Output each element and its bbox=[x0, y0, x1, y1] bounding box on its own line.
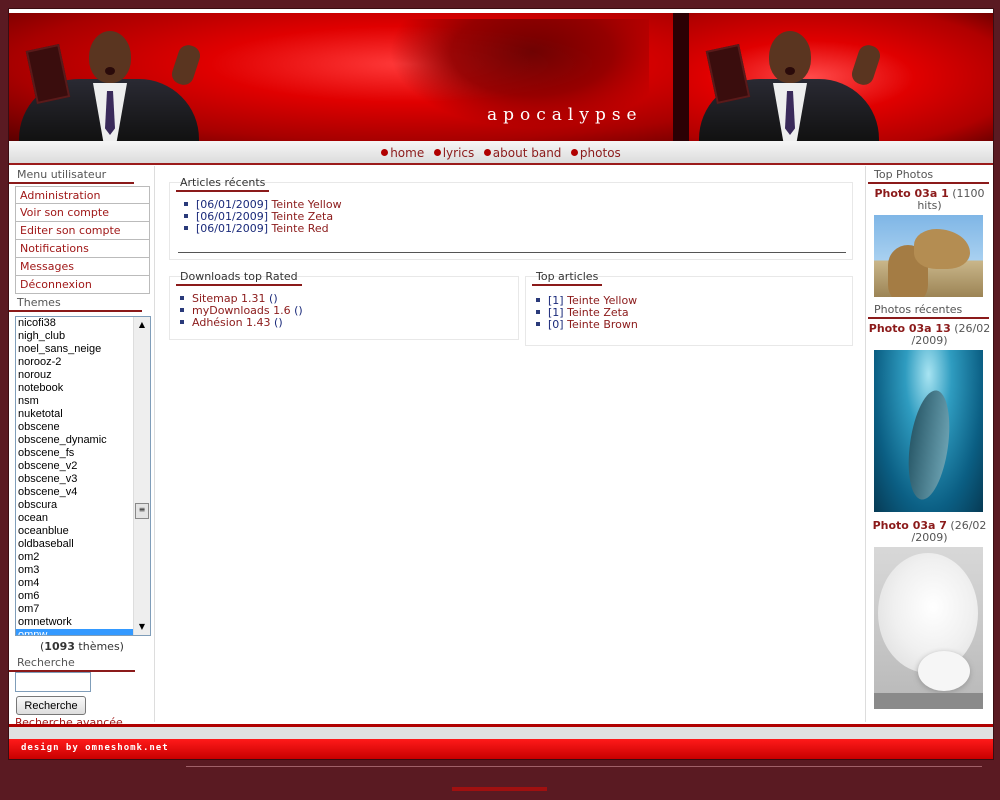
bullet-icon bbox=[570, 149, 578, 156]
download-link[interactable]: Adhésion 1.43 bbox=[192, 316, 271, 329]
search-input[interactable] bbox=[15, 672, 91, 692]
article-link[interactable]: Teinte Red bbox=[271, 222, 328, 235]
themes-listbox[interactable]: nicofi38 nigh_club noel_sans_neige norooz-2… bbox=[15, 316, 151, 636]
theme-option[interactable]: obscura bbox=[16, 499, 134, 512]
theme-option[interactable]: oceanblue bbox=[16, 525, 134, 538]
theme-option[interactable]: nuketotal bbox=[16, 408, 134, 421]
theme-option[interactable]: om2 bbox=[16, 551, 134, 564]
banner-left-image: apocalypse bbox=[9, 13, 673, 141]
menu-item-view-account[interactable]: Voir son compte bbox=[15, 204, 150, 222]
themes-options: nicofi38 nigh_club noel_sans_neige norooz-2… bbox=[16, 317, 134, 635]
photo-caption: Photo 03a 1 (1100 hits) bbox=[874, 187, 985, 212]
footer-bar: design by omneshomk.net bbox=[9, 739, 993, 759]
theme-option[interactable]: nsm bbox=[16, 395, 134, 408]
preacher-figure-right bbox=[689, 13, 889, 141]
article-link[interactable]: Teinte Brown bbox=[567, 318, 638, 331]
theme-option[interactable]: norooz-2 bbox=[16, 356, 134, 369]
menu-item-edit-account[interactable]: Editer son compte bbox=[15, 222, 150, 240]
scroll-down-icon[interactable]: ▼ bbox=[134, 619, 150, 635]
top-articles-title: Top articles bbox=[532, 270, 603, 286]
bullet-icon bbox=[483, 149, 491, 156]
preacher-figure-left bbox=[9, 13, 209, 141]
search-title: Recherche bbox=[9, 654, 135, 672]
menu-item-notifications[interactable]: Notifications bbox=[15, 240, 150, 258]
nav-home[interactable]: home bbox=[381, 146, 424, 160]
search-button[interactable]: Recherche bbox=[16, 696, 86, 715]
main-content: Articles récents [06/01/2009] Teinte Yel… bbox=[165, 166, 865, 722]
footer-strip bbox=[9, 727, 993, 739]
theme-option[interactable]: om3 bbox=[16, 564, 134, 577]
recent-articles-box: Articles récents [06/01/2009] Teinte Yel… bbox=[169, 176, 853, 260]
bottom-accent bbox=[452, 787, 547, 791]
bullet-icon bbox=[433, 149, 441, 156]
banner-right-image bbox=[689, 13, 993, 141]
theme-option[interactable]: notebook bbox=[16, 382, 134, 395]
left-sidebar: Menu utilisateur Administration Voir son… bbox=[9, 166, 155, 729]
menu-item-logout[interactable]: Déconnexion bbox=[15, 276, 150, 294]
top-photos-title: Top Photos bbox=[868, 166, 989, 184]
dolphin-photo[interactable] bbox=[874, 350, 983, 512]
menu-item-administration[interactable]: Administration bbox=[15, 186, 150, 204]
themes-scrollbar[interactable]: ▲ ≡ ▼ bbox=[133, 317, 150, 635]
theme-option[interactable]: nigh_club bbox=[16, 330, 134, 343]
main-nav: home lyrics about band photos bbox=[9, 141, 993, 165]
recent-articles-title: Articles récents bbox=[176, 176, 270, 192]
theme-option[interactable]: norouz bbox=[16, 369, 134, 382]
photo-caption: Photo 03a 13 (26/02 /2009) bbox=[868, 322, 991, 347]
list-item: [0] Teinte Brown bbox=[536, 319, 852, 331]
bullet-icon bbox=[381, 149, 389, 156]
nav-about-band[interactable]: about band bbox=[483, 146, 561, 160]
site-logo[interactable]: apocalypse bbox=[487, 105, 643, 125]
theme-option[interactable]: obscene_fs bbox=[16, 447, 134, 460]
nav-photos[interactable]: photos bbox=[570, 146, 621, 160]
theme-option[interactable]: nicofi38 bbox=[16, 317, 134, 330]
camel-photo[interactable] bbox=[874, 215, 983, 297]
user-menu: Administration Voir son compte Editer so… bbox=[15, 186, 150, 294]
theme-option[interactable]: om6 bbox=[16, 590, 134, 603]
theme-option[interactable]: om4 bbox=[16, 577, 134, 590]
scroll-up-icon[interactable]: ▲ bbox=[134, 317, 150, 333]
theme-count: (1093 thèmes) bbox=[40, 640, 124, 653]
list-item: Adhésion 1.43 () bbox=[180, 317, 518, 329]
list-item: [06/01/2009] Teinte Red bbox=[184, 223, 852, 235]
user-menu-title: Menu utilisateur bbox=[9, 166, 134, 184]
theme-option[interactable]: omnetwork bbox=[16, 616, 134, 629]
bottom-divider bbox=[186, 766, 982, 767]
menu-item-messages[interactable]: Messages bbox=[15, 258, 150, 276]
scroll-thumb[interactable]: ≡ bbox=[135, 503, 149, 519]
themes-title: Themes bbox=[9, 294, 142, 312]
theme-option[interactable]: obscene_v4 bbox=[16, 486, 134, 499]
theme-option[interactable]: noel_sans_neige bbox=[16, 343, 134, 356]
divider bbox=[178, 252, 846, 253]
top-articles-box: Top articles [1] Teinte Yellow [1] Teint… bbox=[525, 270, 853, 346]
header-banner: apocalypse bbox=[9, 13, 993, 141]
page-frame: apocalypse home lyrics about band photos… bbox=[8, 8, 994, 760]
theme-option[interactable]: obscene bbox=[16, 421, 134, 434]
nav-lyrics[interactable]: lyrics bbox=[433, 146, 474, 160]
photo-caption: Photo 03a 7 (26/02 /2009) bbox=[872, 519, 987, 544]
downloads-box: Downloads top Rated Sitemap 1.31 () myDo… bbox=[169, 270, 519, 340]
downloads-title: Downloads top Rated bbox=[176, 270, 302, 286]
theme-option[interactable]: obscene_v2 bbox=[16, 460, 134, 473]
theme-option[interactable]: omnw bbox=[16, 629, 134, 635]
theme-option[interactable]: obscene_v3 bbox=[16, 473, 134, 486]
right-sidebar: Top Photos Photo 03a 1 (1100 hits) Photo… bbox=[865, 166, 993, 722]
theme-option[interactable]: ocean bbox=[16, 512, 134, 525]
footer-credit: design by omneshomk.net bbox=[21, 743, 169, 753]
theme-option[interactable]: oldbaseball bbox=[16, 538, 134, 551]
theme-option[interactable]: om7 bbox=[16, 603, 134, 616]
polar-bear-photo[interactable] bbox=[874, 547, 983, 709]
recent-photos-title: Photos récentes bbox=[868, 301, 989, 319]
theme-option[interactable]: obscene_dynamic bbox=[16, 434, 134, 447]
